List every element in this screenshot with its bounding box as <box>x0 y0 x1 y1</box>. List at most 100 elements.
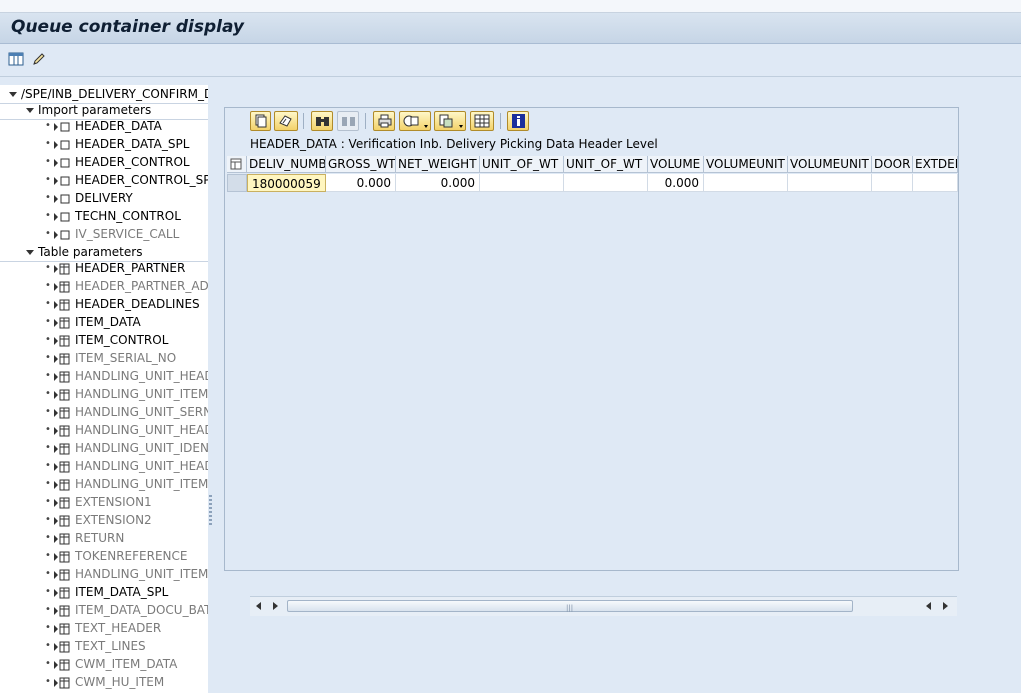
tree-item[interactable]: • HEADER_CONTROL <box>0 153 208 171</box>
bullet-icon: • <box>45 210 51 221</box>
tree-item[interactable]: • ITEM_SERIAL_NO <box>0 349 208 367</box>
column-header[interactable]: VOLUMEUNIT <box>788 156 872 173</box>
table-param-icon <box>53 460 71 475</box>
table-cell[interactable] <box>480 174 564 192</box>
horizontal-scrollbar[interactable]: ||| <box>250 596 957 616</box>
export-icon[interactable] <box>434 111 466 131</box>
tree-item[interactable]: • CWM_ITEM_DATA <box>0 655 208 673</box>
tree-item[interactable]: • HEADER_DATA <box>0 117 208 135</box>
layout-icon[interactable] <box>8 51 24 67</box>
tree-item[interactable]: • RETURN <box>0 529 208 547</box>
table-cell[interactable] <box>788 174 872 192</box>
tree-item[interactable]: • HEADER_CONTROL_SPL <box>0 171 208 189</box>
tree-item[interactable]: • TEXT_LINES <box>0 637 208 655</box>
find-next-icon[interactable] <box>337 111 359 131</box>
tree-item-label: RETURN <box>75 531 125 545</box>
collapse-icon[interactable] <box>26 108 34 113</box>
tree-item[interactable]: • HEADER_DEADLINES <box>0 295 208 313</box>
table-param-icon <box>53 442 71 457</box>
alv-toolbar <box>225 108 958 136</box>
scroll-thumb[interactable]: ||| <box>287 600 853 612</box>
column-header[interactable]: GROSS_WT <box>326 156 396 173</box>
tree-item[interactable]: • TEXT_HEADER <box>0 619 208 637</box>
column-header[interactable]: DOOR <box>872 156 913 173</box>
views-icon[interactable] <box>399 111 431 131</box>
table-cell[interactable] <box>564 174 648 192</box>
tree-item-label: ITEM_CONTROL <box>75 333 169 347</box>
tree-item[interactable]: • HANDLING_UNIT_ITEM_ <box>0 565 208 583</box>
column-header[interactable]: DELIV_NUMB <box>247 156 326 173</box>
table-param-icon <box>53 550 71 565</box>
pencil-icon[interactable] <box>31 51 47 67</box>
collapse-icon[interactable] <box>26 250 34 255</box>
tree-item[interactable]: • EXTENSION2 <box>0 511 208 529</box>
tree-item-label: CWM_ITEM_DATA <box>75 657 178 671</box>
bullet-icon: • <box>45 550 51 561</box>
bullet-icon: • <box>45 460 51 471</box>
tree-item[interactable]: • CWM_HU_ITEM <box>0 673 208 691</box>
tree-item[interactable]: • DELIVERY <box>0 189 208 207</box>
tree-item-label: HEADER_DEADLINES <box>75 297 200 311</box>
details-icon[interactable] <box>250 111 271 131</box>
layout-grid-icon[interactable] <box>470 111 494 131</box>
table-cell[interactable] <box>913 174 958 192</box>
tree-item[interactable]: • HANDLING_UNIT_HEADE <box>0 367 208 385</box>
bullet-icon: • <box>45 424 51 435</box>
table-param-icon <box>53 640 71 655</box>
scroll-left-icon[interactable] <box>253 600 265 612</box>
column-header[interactable]: VOLUMEUNIT <box>704 156 788 173</box>
scroll-right-icon[interactable] <box>269 600 281 612</box>
tree-item[interactable]: • ITEM_DATA_DOCU_BAT <box>0 601 208 619</box>
table-cell[interactable]: 0.000 <box>396 174 480 192</box>
bullet-icon: • <box>45 622 51 633</box>
tree-item-label: HANDLING_UNIT_HEADE <box>75 369 208 383</box>
table-cell[interactable]: 0.000 <box>648 174 704 192</box>
column-header[interactable]: NET_WEIGHT <box>396 156 480 173</box>
tree-item[interactable]: • HANDLING_UNIT_HEADE <box>0 457 208 475</box>
table-cell[interactable]: 180000059 <box>247 174 326 192</box>
bullet-icon: • <box>45 138 51 149</box>
column-header[interactable]: UNIT_OF_WT <box>564 156 648 173</box>
tree-item[interactable]: • IV_SERVICE_CALL <box>0 225 208 243</box>
column-header[interactable]: UNIT_OF_WT <box>480 156 564 173</box>
tree-item[interactable]: • HEADER_DATA_SPL <box>0 135 208 153</box>
bullet-icon: • <box>45 334 51 345</box>
scroll-left-end-icon[interactable] <box>923 600 935 612</box>
bullet-icon: • <box>45 496 51 507</box>
print-icon[interactable] <box>373 111 395 131</box>
table-cell[interactable] <box>704 174 788 192</box>
tree-item-label: DELIVERY <box>75 191 133 205</box>
grid-corner-icon[interactable] <box>227 156 247 173</box>
tree-item-label: EXTENSION1 <box>75 495 152 509</box>
bullet-icon: • <box>45 120 51 131</box>
filter-icon[interactable] <box>274 111 298 131</box>
tree-item[interactable]: • HANDLING_UNIT_HEADE <box>0 421 208 439</box>
alv-grid-container: HEADER_DATA : Verification Inb. Delivery… <box>224 107 959 616</box>
tree-item-label: HANDLING_UNIT_HEADE <box>75 423 208 437</box>
tree-item[interactable]: • ITEM_DATA_SPL <box>0 583 208 601</box>
parameter-tree: /SPE/INB_DELIVERY_CONFIRM_DE Import para… <box>0 85 209 693</box>
import-param-icon <box>53 120 71 135</box>
tree-item[interactable]: • ITEM_DATA <box>0 313 208 331</box>
tree-item[interactable]: • EXTENSION1 <box>0 493 208 511</box>
info-icon[interactable] <box>507 111 529 131</box>
scroll-right-end-icon[interactable] <box>939 600 951 612</box>
tree-item[interactable]: • TOKENREFERENCE <box>0 547 208 565</box>
tree-item[interactable]: • HANDLING_UNIT_SERNO <box>0 403 208 421</box>
tree-item[interactable]: • HANDLING_UNIT_ITEM <box>0 385 208 403</box>
tree-item[interactable]: • ITEM_CONTROL <box>0 331 208 349</box>
find-icon[interactable] <box>311 111 333 131</box>
tree-item[interactable]: • HEADER_PARTNER_ADD <box>0 277 208 295</box>
tree-item[interactable]: • TECHN_CONTROL <box>0 207 208 225</box>
tree-item[interactable]: • HEADER_PARTNER <box>0 259 208 277</box>
top-strip <box>0 0 1021 13</box>
tree-item[interactable]: • HANDLING_UNIT_ITEMS <box>0 475 208 493</box>
column-header[interactable]: EXTDEL <box>913 156 958 173</box>
column-header[interactable]: VOLUME <box>648 156 704 173</box>
tree-item[interactable]: • HANDLING_UNIT_IDENT <box>0 439 208 457</box>
table-cell[interactable] <box>872 174 913 192</box>
tree-item-label: HEADER_CONTROL <box>75 155 190 169</box>
table-cell[interactable]: 0.000 <box>326 174 396 192</box>
row-selector[interactable] <box>227 174 247 192</box>
collapse-icon[interactable] <box>9 92 17 97</box>
